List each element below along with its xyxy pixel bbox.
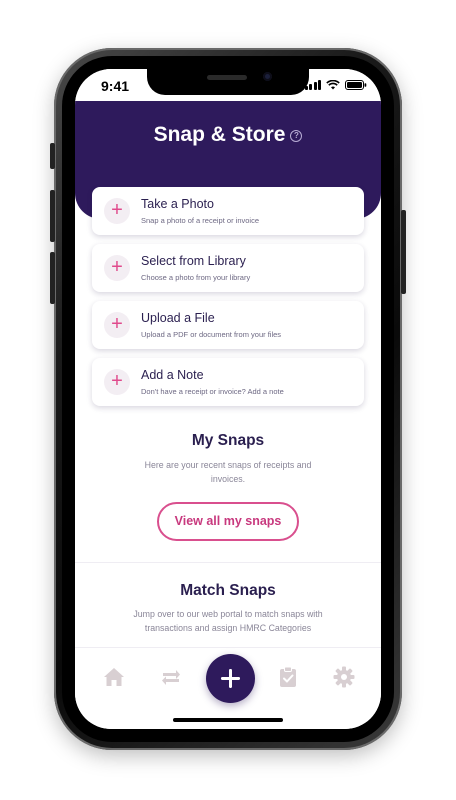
help-icon[interactable]: ?	[290, 130, 303, 142]
section-divider	[75, 562, 381, 563]
take-photo-card[interactable]: + Take a Photo Snap a photo of a receipt…	[92, 187, 364, 235]
view-all-snaps-button[interactable]: View all my snaps	[157, 502, 299, 541]
upload-file-card[interactable]: + Upload a File Upload a PDF or document…	[92, 301, 364, 349]
card-subtitle: Choose a photo from your library	[141, 273, 251, 282]
match-snaps-description: Jump over to our web portal to match sna…	[133, 609, 323, 633]
speaker-grille	[207, 75, 247, 80]
wifi-icon	[326, 80, 340, 90]
phone-screen: 9:41 Snap & Store ? + Take a Photo Snap …	[75, 69, 381, 729]
select-from-library-card[interactable]: + Select from Library Choose a photo fro…	[92, 244, 364, 292]
status-time: 9:41	[101, 78, 130, 94]
front-camera	[263, 72, 272, 81]
plus-icon: +	[104, 312, 130, 338]
plus-icon: +	[104, 198, 130, 224]
add-icon	[221, 669, 240, 688]
volume-down-button	[50, 252, 55, 304]
card-title: Select from Library	[141, 254, 246, 268]
status-icons	[304, 80, 368, 90]
card-subtitle: Upload a PDF or document from your files	[141, 330, 282, 339]
my-snaps-heading: My Snaps	[191, 432, 265, 449]
page-title-text: Snap & Store	[153, 123, 286, 146]
volume-up-button	[50, 190, 55, 242]
page-title: Snap & Store?	[75, 123, 381, 147]
card-subtitle: Snap a photo of a receipt or invoice	[141, 216, 259, 225]
clipboard-check-icon[interactable]	[276, 665, 300, 689]
home-icon[interactable]	[102, 665, 126, 689]
add-note-card[interactable]: + Add a Note Don't have a receipt or inv…	[92, 358, 364, 406]
power-button	[401, 210, 406, 294]
plus-icon: +	[104, 255, 130, 281]
card-subtitle: Don't have a receipt or invoice? Add a n…	[141, 387, 284, 396]
transfer-arrows-icon[interactable]	[159, 665, 183, 689]
plus-icon: +	[104, 369, 130, 395]
add-snap-button[interactable]	[206, 654, 255, 703]
card-title: Add a Note	[141, 368, 204, 382]
card-title: Upload a File	[141, 311, 215, 325]
notch	[147, 69, 309, 95]
bottom-nav	[75, 647, 381, 729]
match-snaps-heading: Match Snaps	[180, 582, 276, 599]
card-title: Take a Photo	[141, 197, 214, 211]
home-indicator	[173, 718, 283, 722]
settings-gear-icon[interactable]	[332, 665, 356, 689]
battery-icon	[345, 80, 367, 90]
mute-switch	[50, 143, 55, 169]
my-snaps-description: Here are your recent snaps of receipts a…	[144, 460, 312, 484]
